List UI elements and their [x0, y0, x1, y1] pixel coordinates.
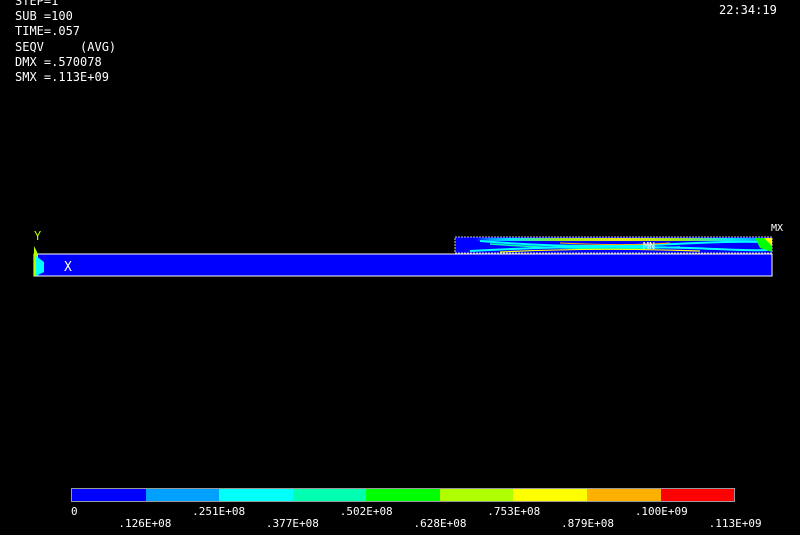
axis-x-label: X	[64, 260, 72, 275]
legend-tick-label: .126E+08	[118, 517, 172, 530]
axis-y-label: Y	[34, 229, 42, 243]
legend-tick-label: .113E+09	[708, 517, 762, 530]
legend-tick-label: .377E+08	[265, 517, 319, 530]
upper-strip	[454, 236, 773, 254]
lower-plate	[33, 253, 773, 277]
legend-tick-label: .628E+08	[413, 517, 467, 530]
legend-tick-label: .753E+08	[487, 505, 541, 518]
legend-segment	[660, 489, 735, 501]
legend-segment	[72, 489, 146, 501]
max-marker-label: MX	[771, 223, 783, 234]
legend-tick-label: .251E+08	[192, 505, 246, 518]
legend-segment	[439, 489, 514, 501]
contour-legend-bar	[71, 488, 735, 502]
legend-segment	[292, 489, 367, 501]
legend-tick-label: 0	[71, 505, 78, 518]
legend-segment	[586, 489, 661, 501]
legend-tick-label: .502E+08	[339, 505, 393, 518]
min-marker-label: MN	[643, 241, 655, 252]
legend-segment	[513, 489, 587, 501]
legend-tick-label: .879E+08	[561, 517, 615, 530]
legend-segment	[145, 489, 220, 501]
legend-tick-label: .100E+09	[634, 505, 688, 518]
contour-plot[interactable]: Y X MX MN	[0, 0, 800, 535]
legend-segment	[366, 489, 440, 501]
legend-segment	[219, 489, 293, 501]
